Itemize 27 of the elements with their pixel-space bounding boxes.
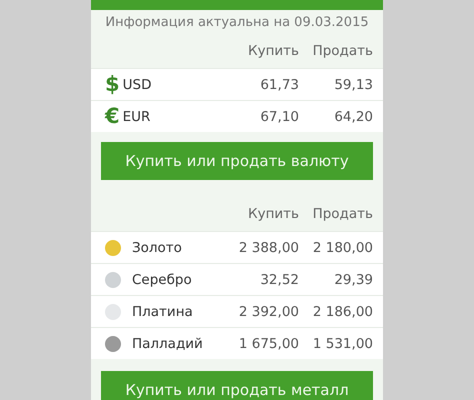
column-header: Купить [248, 43, 299, 59]
currency-code: USD [122, 76, 152, 92]
buy-price: 2 388,00 [238, 240, 299, 256]
buy-price: 61,73 [260, 76, 299, 92]
sell-price: 1 531,00 [312, 336, 373, 352]
action-button[interactable]: Купить или продать валюту [101, 142, 373, 180]
currency-symbol: $ [105, 74, 120, 95]
action-button[interactable]: Купить или продать металл [101, 371, 373, 400]
buy-price: 32,52 [260, 272, 299, 288]
info-text: Информация актуальна на 09.03.2015 [104, 14, 370, 32]
metal-name: Золото [132, 240, 182, 256]
column-header: Купить [248, 206, 299, 222]
buy-price: 67,10 [260, 108, 299, 124]
currency-code: EUR [122, 108, 150, 124]
sell-price: 2 180,00 [312, 240, 373, 256]
metal-name: Платина [132, 304, 193, 320]
sell-price: 64,20 [334, 108, 373, 124]
metal-name: Палладий [132, 336, 203, 352]
metal-name: Серебро [132, 272, 192, 288]
sell-price: 2 186,00 [312, 304, 373, 320]
buy-price: 1 675,00 [238, 336, 299, 352]
sell-price: 29,39 [334, 272, 373, 288]
column-header: Продать [312, 43, 373, 59]
currency-symbol: € [105, 106, 120, 127]
column-header: Продать [312, 206, 373, 222]
sell-price: 59,13 [334, 76, 373, 92]
buy-price: 2 392,00 [238, 304, 299, 320]
